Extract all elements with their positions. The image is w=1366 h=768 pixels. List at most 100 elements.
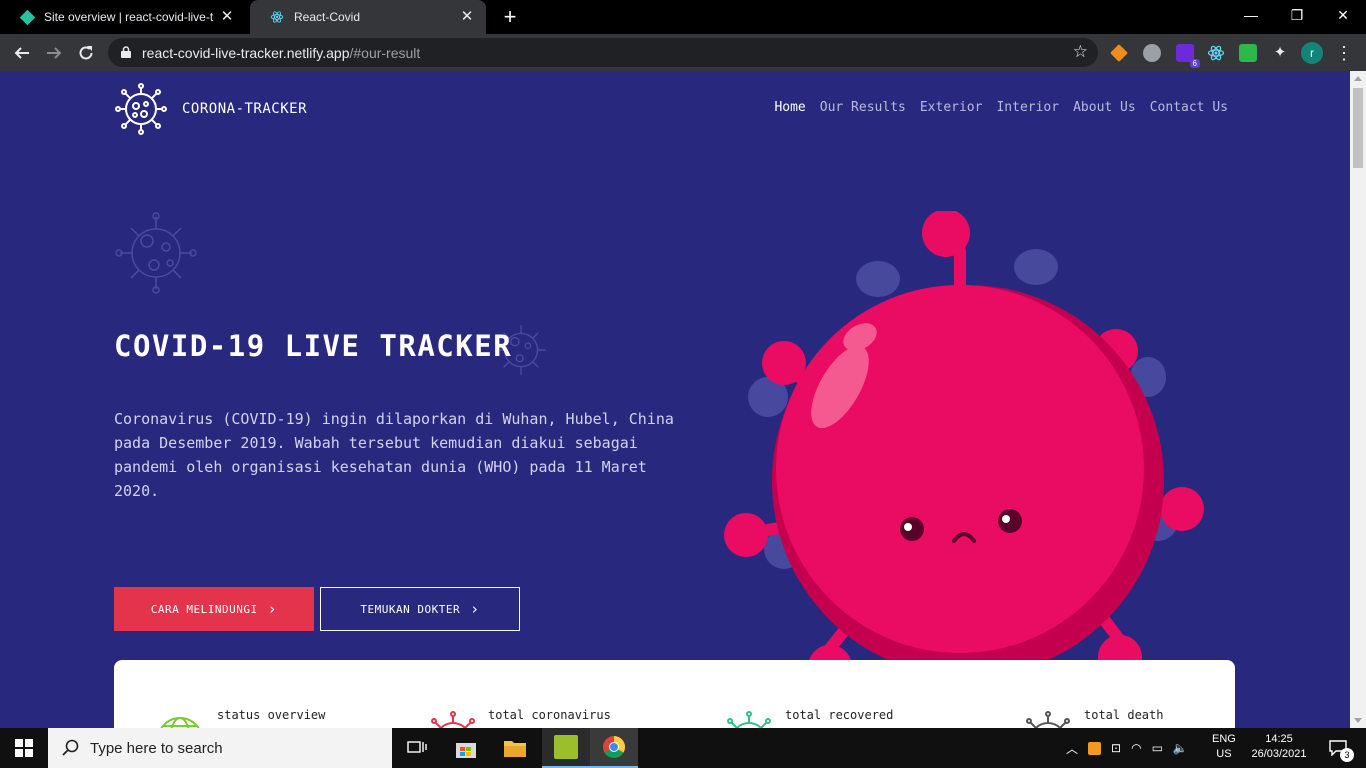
virus-decoration-icon <box>115 212 197 294</box>
clock-date: 26/03/2021 <box>1251 748 1307 760</box>
bookmark-star-icon[interactable]: ☆ <box>1073 42 1088 62</box>
stat-total-coronavirus: total coronavirus <box>488 708 611 722</box>
url-host: react-covid-live-tracker.netlify.app <box>142 45 350 61</box>
nav-our-results[interactable]: Our Results <box>820 100 906 115</box>
chrome-icon <box>603 736 625 758</box>
window-close-button[interactable]: ✕ <box>1320 0 1366 32</box>
url-text: react-covid-live-tracker.netlify.app/#ou… <box>142 45 420 61</box>
extension-badge: 6 <box>1189 59 1200 68</box>
netlify-icon <box>19 9 36 25</box>
temukan-dokter-button[interactable]: TEMUKAN DOKTER › <box>320 587 520 631</box>
tab-title: Site overview | react-covid-live-tr <box>44 10 214 24</box>
hero-title: COVID-19 LIVE TRACKER <box>114 329 513 363</box>
tab-site-overview[interactable]: Site overview | react-covid-live-tr ✕ <box>0 0 246 34</box>
stat-total-death: total death <box>1084 708 1164 722</box>
chevron-right-icon: › <box>267 600 278 618</box>
purple-extension-icon[interactable]: 6 <box>1176 44 1200 68</box>
puzzle-icon[interactable]: ✦ <box>1271 44 1289 62</box>
show-hidden-icons-chevron-icon[interactable]: ︿ <box>1066 740 1078 757</box>
task-view-icon[interactable] <box>393 728 441 768</box>
profile-avatar[interactable]: r <box>1301 42 1323 64</box>
restore-button[interactable]: ❐ <box>1274 0 1320 32</box>
scroll-up-arrow-icon[interactable] <box>1354 76 1362 81</box>
arrow-right-icon <box>47 47 62 59</box>
region-code: US <box>1216 748 1232 760</box>
search-icon <box>62 739 79 756</box>
close-icon[interactable]: ✕ <box>218 8 236 26</box>
stat-status-overview: status overview <box>217 708 326 722</box>
app-green-icon[interactable] <box>542 728 590 768</box>
windows-logo-icon <box>15 739 33 757</box>
green-app-icon <box>554 735 578 759</box>
close-icon[interactable]: ✕ <box>458 8 476 26</box>
key-extension-icon[interactable] <box>1110 44 1128 62</box>
tab-title: React-Covid <box>294 10 361 24</box>
page-scrollbar[interactable] <box>1350 71 1366 728</box>
virus-logo-icon <box>115 83 167 135</box>
folder-icon <box>504 741 526 757</box>
nav-contact-us[interactable]: Contact Us <box>1150 100 1228 115</box>
scroll-down-arrow-icon[interactable] <box>1354 718 1362 723</box>
taskbar-search-box[interactable]: Type here to search <box>48 728 392 768</box>
button-label: TEMUKAN DOKTER <box>360 602 461 616</box>
nav-interior[interactable]: Interior <box>996 100 1059 115</box>
nav-about-us[interactable]: About Us <box>1073 100 1136 115</box>
battery-icon[interactable]: ▭ <box>1152 741 1163 755</box>
chrome-taskbar-button[interactable] <box>590 728 638 768</box>
globe-icon <box>160 717 200 728</box>
brand-name: CORONA-TRACKER <box>182 101 308 117</box>
arrow-left-icon <box>14 47 29 59</box>
meet-now-icon[interactable]: ⊡ <box>1111 741 1121 755</box>
system-tray: ︿ ⊡ ◠ ▭ 🔈 <box>1066 728 1188 768</box>
stat-total-recovered: total recovered <box>785 708 894 722</box>
task-view-glyph-icon <box>407 741 427 753</box>
hero-description: Coronavirus (COVID-19) ingin dilaporkan … <box>114 410 674 500</box>
react-icon <box>270 11 284 23</box>
minimize-button[interactable]: — <box>1228 0 1274 32</box>
scroll-thumb[interactable] <box>1353 88 1363 168</box>
tab-react-covid[interactable]: React-Covid ✕ <box>250 0 486 34</box>
main-nav: Home Our Results Exterior Interior About… <box>774 100 1228 115</box>
new-tab-button[interactable]: + <box>498 5 522 29</box>
reload-button[interactable] <box>73 40 99 66</box>
virus-illustration <box>724 211 1204 661</box>
forward-button[interactable] <box>41 40 67 66</box>
store-icon[interactable] <box>442 728 490 768</box>
orange-tray-icon[interactable] <box>1088 741 1102 755</box>
back-button[interactable] <box>9 40 35 66</box>
start-button[interactable] <box>0 728 48 768</box>
tab-strip: Site overview | react-covid-live-tr ✕ Re… <box>0 0 1366 34</box>
nav-home[interactable]: Home <box>774 100 805 115</box>
reload-icon <box>79 46 93 60</box>
language-indicator[interactable]: ENG US <box>1212 732 1236 762</box>
url-path: /#our-result <box>349 45 421 61</box>
web-page: CORONA-TRACKER Home Our Results Exterior… <box>0 71 1350 728</box>
o-extension-icon[interactable] <box>1143 44 1161 62</box>
virus-green-icon <box>727 711 771 728</box>
virus-gray-icon <box>1026 711 1070 728</box>
file-explorer-icon[interactable] <box>491 728 539 768</box>
store-glyph-icon <box>456 743 476 758</box>
wifi-icon[interactable]: ◠ <box>1131 741 1141 755</box>
volume-icon[interactable]: 🔈 <box>1173 741 1188 755</box>
clock[interactable]: 14:25 26/03/2021 <box>1248 732 1310 762</box>
browser-toolbar: react-covid-live-tracker.netlify.app/#ou… <box>0 34 1366 71</box>
stats-card: status overview total coronavirus total … <box>114 660 1235 728</box>
cara-melindungi-button[interactable]: CARA MELINDUNGI › <box>114 587 314 631</box>
clock-time: 14:25 <box>1265 733 1293 745</box>
infinity-extension-icon[interactable] <box>1239 44 1257 62</box>
lang-code: ENG <box>1212 733 1236 745</box>
brand[interactable]: CORONA-TRACKER <box>114 82 307 136</box>
windows-taskbar: Type here to search ︿ ⊡ ◠ ▭ 🔈 ENG US 14:… <box>0 728 1366 768</box>
react-devtools-icon[interactable] <box>1207 44 1225 62</box>
lock-icon <box>121 46 131 58</box>
button-label: CARA MELINDUNGI <box>150 602 258 616</box>
notifications-button[interactable]: 3 <box>1316 728 1360 768</box>
nav-exterior[interactable]: Exterior <box>920 100 983 115</box>
search-placeholder: Type here to search <box>90 739 223 757</box>
chevron-right-icon: › <box>470 600 480 618</box>
address-bar[interactable]: react-covid-live-tracker.netlify.app/#ou… <box>108 38 1098 67</box>
menu-kebab-icon[interactable]: ⋮ <box>1335 42 1353 64</box>
notification-count-badge: 3 <box>1340 748 1354 762</box>
virus-red-icon <box>431 711 475 728</box>
